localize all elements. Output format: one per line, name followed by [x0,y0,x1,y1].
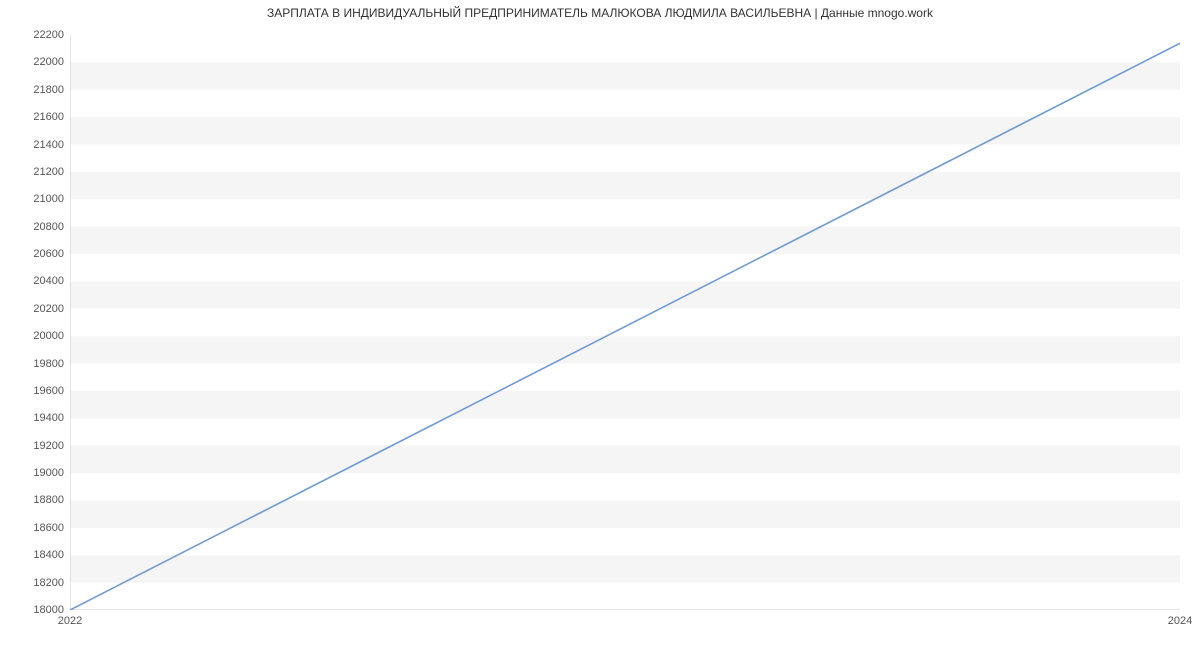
y-tick-label: 18200 [4,577,64,589]
y-tick-label: 18600 [4,522,64,534]
chart-title: ЗАРПЛАТА В ИНДИВИДУАЛЬНЫЙ ПРЕДПРИНИМАТЕЛ… [0,6,1200,20]
x-tick-label: 2024 [1168,615,1192,627]
y-tick-label: 19800 [4,358,64,370]
plot-area [70,35,1180,610]
y-tick-label: 21600 [4,111,64,123]
y-tick-label: 19600 [4,385,64,397]
x-tick-label: 2022 [58,615,82,627]
y-tick-label: 21200 [4,166,64,178]
y-tick-label: 20800 [4,221,64,233]
y-tick-label: 21800 [4,84,64,96]
y-tick-label: 20200 [4,303,64,315]
y-tick-label: 22200 [4,29,64,41]
y-tick-label: 18400 [4,549,64,561]
y-tick-label: 19000 [4,467,64,479]
chart-svg [70,35,1180,610]
y-tick-label: 20600 [4,248,64,260]
y-tick-label: 20400 [4,275,64,287]
y-tick-label: 18800 [4,494,64,506]
y-tick-label: 20000 [4,330,64,342]
y-tick-label: 22000 [4,56,64,68]
y-tick-label: 19400 [4,412,64,424]
y-tick-label: 21000 [4,193,64,205]
y-tick-label: 19200 [4,440,64,452]
chart-container: ЗАРПЛАТА В ИНДИВИДУАЛЬНЫЙ ПРЕДПРИНИМАТЕЛ… [0,0,1200,650]
y-tick-label: 18000 [4,604,64,616]
y-tick-label: 21400 [4,139,64,151]
